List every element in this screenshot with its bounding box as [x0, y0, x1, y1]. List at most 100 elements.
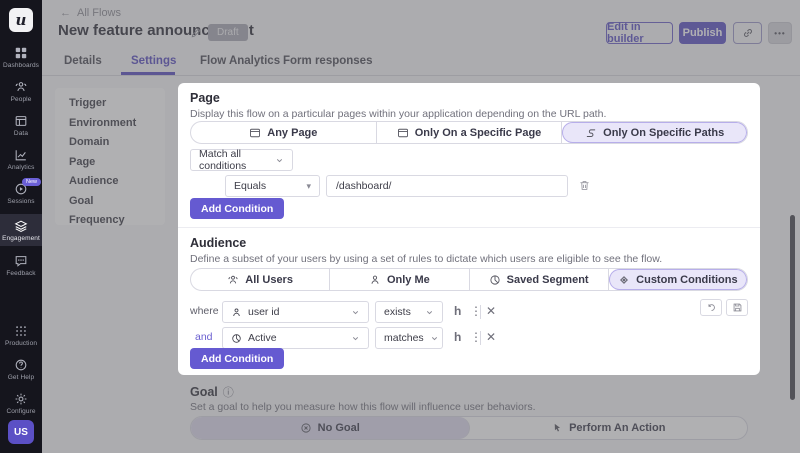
people-icon [0, 80, 42, 94]
settings-nav-audience[interactable]: Audience [55, 172, 165, 192]
audience-add-condition-button[interactable]: Add Condition [190, 348, 284, 369]
path-icon [585, 127, 597, 139]
link-icon [742, 27, 754, 39]
audience-attribute-dropdown[interactable]: Active [222, 327, 369, 349]
sidebar-item-get-help[interactable]: Get Help [0, 358, 42, 381]
dropdown-value: Equals [234, 180, 266, 192]
edit-in-builder-button[interactable]: Edit in builder [606, 22, 673, 44]
option-label: Saved Segment [507, 274, 589, 286]
save-icon [732, 302, 743, 313]
option-perform-action[interactable]: Perform An Action [470, 417, 748, 439]
condition-join-label: where [190, 305, 219, 317]
option-all-users[interactable]: All Users [191, 269, 330, 290]
sidebar-item-data[interactable]: Data [0, 114, 42, 137]
publish-button[interactable]: Publish [679, 22, 726, 44]
edit-title-icon[interactable] [190, 27, 202, 39]
page-add-condition-button[interactable]: Add Condition [190, 198, 284, 219]
browser-icon [397, 127, 409, 139]
option-custom-conditions[interactable]: Custom Conditions [609, 269, 747, 290]
option-label: Custom Conditions [636, 274, 737, 286]
page-target-segmented-control: Any Page Only On a Specific Page Only On… [190, 121, 748, 144]
gear-icon [0, 392, 42, 406]
audience-operator-dropdown[interactable]: exists [375, 301, 443, 323]
sidebar-item-configure[interactable]: Configure [0, 392, 42, 415]
audience-operator-dropdown[interactable]: matches [375, 327, 443, 349]
remove-condition-icon[interactable]: ✕ [486, 304, 496, 318]
option-label: Only On Specific Paths [603, 127, 724, 139]
option-specific-paths[interactable]: Only On Specific Paths [562, 122, 747, 143]
audience-section-title: Audience [190, 236, 246, 250]
info-icon[interactable]: ⓘ [223, 384, 234, 400]
person-icon [369, 274, 381, 286]
more-options-button[interactable]: ••• [768, 22, 792, 44]
match-conditions-dropdown[interactable]: Match all conditions [190, 149, 293, 171]
tab-form-responses[interactable]: Form responses [283, 55, 372, 67]
settings-nav-page[interactable]: Page [55, 153, 165, 173]
dropdown-value: matches [384, 332, 424, 344]
vertical-scrollbar[interactable] [790, 215, 795, 400]
option-any-page[interactable]: Any Page [191, 122, 377, 143]
goal-section-title: Goal ⓘ [190, 384, 234, 400]
settings-nav-frequency[interactable]: Frequency [55, 211, 165, 231]
dropdown-value: exists [384, 306, 411, 318]
sidebar-item-analytics[interactable]: Analytics [0, 148, 42, 171]
page-section-description: Display this flow on a particular pages … [190, 108, 606, 120]
goal-title-text: Goal [190, 385, 218, 399]
remove-condition-icon[interactable]: ✕ [486, 330, 496, 344]
status-badge: Draft [208, 24, 248, 41]
audience-attribute-dropdown[interactable]: user id [222, 301, 369, 323]
sidebar-item-sessions[interactable]: New Sessions [0, 182, 42, 205]
nest-condition-icon[interactable]: h [454, 304, 461, 318]
settings-nav-trigger[interactable]: Trigger [55, 94, 165, 114]
path-value-input[interactable] [326, 175, 568, 197]
tabs-divider [42, 75, 800, 76]
chevron-down-icon [351, 334, 360, 343]
no-goal-icon [300, 422, 312, 434]
back-arrow-icon: ← [60, 7, 71, 19]
sidebar-item-label: People [0, 96, 42, 103]
option-specific-page[interactable]: Only On a Specific Page [377, 122, 563, 143]
help-icon [0, 358, 42, 372]
engagement-icon [0, 219, 42, 233]
user-avatar[interactable]: US [8, 420, 34, 444]
chevron-down-icon [430, 334, 439, 343]
option-no-goal[interactable]: No Goal [191, 417, 470, 439]
option-only-me[interactable]: Only Me [330, 269, 469, 290]
sidebar-item-label: Production [0, 340, 42, 347]
dashboards-icon [0, 46, 42, 60]
sidebar-item-people[interactable]: People [0, 80, 42, 103]
condition-row-divider [480, 305, 481, 319]
reset-conditions-button[interactable] [700, 299, 722, 316]
undo-icon [706, 302, 717, 313]
sidebar-item-feedback[interactable]: Feedback [0, 254, 42, 277]
settings-nav-goal[interactable]: Goal [55, 192, 165, 212]
dropdown-value: Match all conditions [199, 148, 269, 172]
copy-link-button[interactable] [733, 22, 762, 44]
audience-segmented-control: All Users Only Me Saved Segment Custom C… [190, 268, 748, 291]
tab-details[interactable]: Details [64, 55, 102, 67]
analytics-icon [0, 148, 42, 162]
sidebar-item-production[interactable]: Production [0, 324, 42, 347]
settings-nav-environment[interactable]: Environment [55, 114, 165, 134]
brand-logo[interactable]: u [9, 8, 33, 32]
save-segment-button[interactable] [726, 299, 748, 316]
nest-condition-icon[interactable]: h [454, 330, 461, 344]
sidebar-item-engagement[interactable]: Engagement [0, 214, 42, 246]
tab-settings[interactable]: Settings [131, 55, 176, 67]
option-label: Any Page [267, 127, 317, 139]
option-label: All Users [245, 274, 293, 286]
delete-condition-icon[interactable] [578, 179, 591, 192]
browser-icon [249, 127, 261, 139]
page-operator-dropdown[interactable]: Equals ▾ [225, 175, 320, 197]
chevron-down-icon [275, 156, 284, 165]
settings-nav-domain[interactable]: Domain [55, 133, 165, 153]
back-to-all-flows-link[interactable]: ← All Flows [60, 7, 121, 19]
sidebar-item-label: Configure [0, 408, 42, 415]
goal-section-description: Set a goal to help you measure how this … [190, 401, 536, 413]
option-label: Only Me [387, 274, 430, 286]
data-icon [0, 114, 42, 128]
option-saved-segment[interactable]: Saved Segment [470, 269, 609, 290]
tab-flow-analytics[interactable]: Flow Analytics [200, 55, 280, 67]
sidebar-item-dashboards[interactable]: Dashboards [0, 46, 42, 69]
chevron-down-icon [425, 308, 434, 317]
